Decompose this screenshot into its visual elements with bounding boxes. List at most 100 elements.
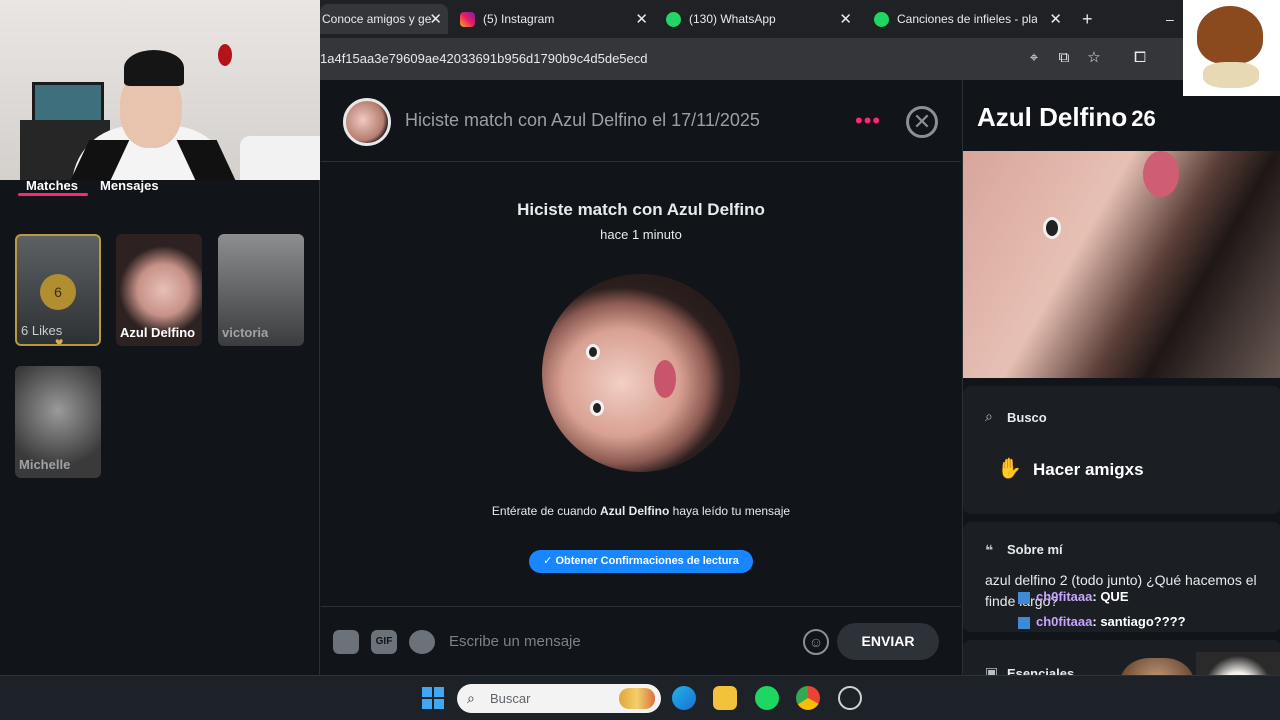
- match-name: Azul Delfino: [120, 325, 196, 340]
- chat-header-title: Hiciste match con Azul Delfino el 17/11/…: [405, 110, 760, 130]
- chat-user: ch0fitaaa: [1036, 614, 1093, 629]
- looking-for-value: Hacer amigxs: [1033, 460, 1144, 479]
- photo-eye: [1043, 217, 1061, 239]
- spotify-share-icon[interactable]: [409, 630, 435, 654]
- tab-spotify[interactable]: Canciones de infieles - playli ✕: [874, 4, 1070, 34]
- tab-title: Canciones de infieles - playli: [897, 12, 1037, 26]
- send-button[interactable]: ENVIAR: [837, 623, 939, 660]
- close-chat-button[interactable]: ✕: [906, 106, 938, 138]
- tab-title: (130) WhatsApp: [689, 12, 776, 26]
- notice-name: Azul Delfino: [600, 504, 670, 518]
- screen: Conoce amigos y ge ✕ (5) Instagram ✕ (13…: [0, 0, 1280, 720]
- match-time: hace 1 minuto: [600, 227, 682, 242]
- profile-panel: Azul Delfino 26 ⌕ Busco ✋ Hacer amigxs ❝ …: [962, 80, 1280, 681]
- match-photo: [542, 274, 740, 472]
- new-tab-button[interactable]: +: [1082, 4, 1102, 34]
- chrome-icon[interactable]: [796, 686, 820, 710]
- taskbar-search-placeholder: Buscar: [490, 691, 531, 706]
- active-tab-underline: [18, 193, 88, 196]
- tab-title: Conoce amigos y ge: [322, 12, 432, 26]
- match-card[interactable]: victoria: [218, 234, 304, 346]
- url-text[interactable]: 1a4f15aa3e79609ae42033691b956d1790b9c4d5…: [320, 51, 648, 66]
- tab-tinder[interactable]: Conoce amigos y ge ✕: [320, 4, 448, 34]
- likes-count-badge: 6: [40, 274, 76, 310]
- heart-icon: ♥: [55, 334, 64, 346]
- file-explorer-icon[interactable]: [713, 686, 737, 710]
- profile-name-row: Azul Delfino 26: [977, 102, 1156, 133]
- goomba-feet: [1203, 62, 1259, 88]
- close-icon[interactable]: ✕: [839, 10, 852, 28]
- panel-tabs: Matches Mensajes: [26, 178, 159, 193]
- message-input[interactable]: [449, 623, 789, 659]
- tab-whatsapp[interactable]: (130) WhatsApp ✕: [666, 4, 862, 34]
- profile-photo[interactable]: [963, 151, 1280, 378]
- chat-badge-icon: [1018, 616, 1030, 629]
- match-name: victoria: [222, 325, 269, 340]
- search-highlight-art: [619, 688, 655, 709]
- chat-text: : QUE: [1092, 589, 1129, 604]
- match-card[interactable]: Azul Delfino: [116, 234, 202, 346]
- close-icon[interactable]: ✕: [1049, 10, 1062, 28]
- read-receipts-button[interactable]: ✓ Obtener Confirmaciones de lectura: [529, 550, 753, 573]
- extensions-icon[interactable]: ⧠: [1130, 48, 1150, 68]
- notice-post: haya leído tu mensaje: [669, 504, 791, 518]
- gif-button[interactable]: GIF: [371, 630, 397, 654]
- taskbar-search[interactable]: ⌕ Buscar: [457, 684, 661, 713]
- tab-messages[interactable]: Mensajes: [100, 178, 159, 193]
- match-heading: Hiciste match con Azul Delfino: [321, 200, 961, 220]
- match-heading-name: Azul Delfino: [666, 200, 765, 219]
- match-name: Michelle: [19, 457, 71, 472]
- match-card[interactable]: Michelle: [15, 366, 101, 478]
- instagram-icon: [460, 11, 475, 27]
- webcam-overlay: [0, 0, 320, 180]
- photo-lips: [1143, 151, 1179, 197]
- webcam-cap: [124, 50, 184, 86]
- close-icon[interactable]: ✕: [429, 10, 442, 28]
- search-icon: ⌕: [985, 408, 993, 424]
- profile-name: Azul Delfino: [977, 102, 1128, 132]
- windows-start-icon[interactable]: [422, 687, 444, 709]
- tab-title: (5) Instagram: [483, 12, 555, 26]
- address-bar: 1a4f15aa3e79609ae42033691b956d1790b9c4d5…: [320, 38, 1280, 80]
- tab-instagram[interactable]: (5) Instagram ✕: [460, 4, 660, 34]
- chat-panel: Hiciste match con Azul Delfino el 17/11/…: [321, 80, 961, 675]
- browser-tabbar: Conoce amigos y ge ✕ (5) Instagram ✕ (13…: [320, 0, 1280, 38]
- waving-hand-icon: ✋: [997, 458, 1022, 480]
- photo-eye: [590, 400, 604, 416]
- install-app-icon[interactable]: ⧉: [1054, 48, 1074, 68]
- photo-lips: [654, 360, 676, 398]
- edge-icon[interactable]: [672, 686, 696, 710]
- location-pin-icon[interactable]: ⌖: [1024, 48, 1044, 68]
- stream-chat-message: ch0fitaaa: santiago????: [1018, 614, 1186, 629]
- more-options-icon[interactable]: •••: [855, 108, 881, 134]
- contact-card-icon[interactable]: [333, 630, 359, 654]
- webcam-ornament: [218, 44, 232, 66]
- photo-eye: [586, 344, 600, 360]
- avatar[interactable]: [343, 98, 391, 146]
- minimize-button[interactable]: –: [1166, 4, 1182, 34]
- tab-matches[interactable]: Matches: [26, 178, 78, 193]
- read-receipt-notice: Entérate de cuando Azul Delfino haya leí…: [491, 503, 791, 520]
- notice-pre: Entérate de cuando: [491, 504, 600, 518]
- spotify-icon: [874, 11, 889, 27]
- goomba-sticker: [1183, 0, 1280, 96]
- whatsapp-icon: [666, 11, 681, 27]
- spotify-icon[interactable]: [755, 686, 779, 710]
- settings-icon[interactable]: [838, 686, 862, 710]
- chat-header: Hiciste match con Azul Delfino el 17/11/…: [321, 80, 961, 162]
- close-icon[interactable]: ✕: [635, 10, 648, 28]
- chat-text: : santiago????: [1092, 614, 1186, 629]
- emoji-icon[interactable]: ☺: [803, 629, 829, 655]
- stream-chat-message: ch0fitaaa: QUE: [1018, 589, 1129, 604]
- quote-icon: ❝: [985, 542, 994, 558]
- chat-user: ch0fitaaa: [1036, 589, 1093, 604]
- windows-taskbar: ⌕ Buscar: [0, 675, 1280, 720]
- match-heading-prefix: Hiciste match con: [517, 200, 667, 219]
- matches-panel: Matches Mensajes 6 6 Likes ♥ Azul Delfin…: [0, 178, 320, 675]
- message-composer: GIF ☺ ENVIAR: [321, 606, 961, 675]
- likes-card[interactable]: 6 6 Likes ♥: [15, 234, 101, 346]
- bookmark-star-icon[interactable]: ☆: [1084, 48, 1104, 68]
- webcam-bed: [240, 136, 320, 180]
- profile-age: 26: [1131, 106, 1156, 131]
- looking-for-section: ⌕ Busco ✋ Hacer amigxs: [963, 386, 1280, 514]
